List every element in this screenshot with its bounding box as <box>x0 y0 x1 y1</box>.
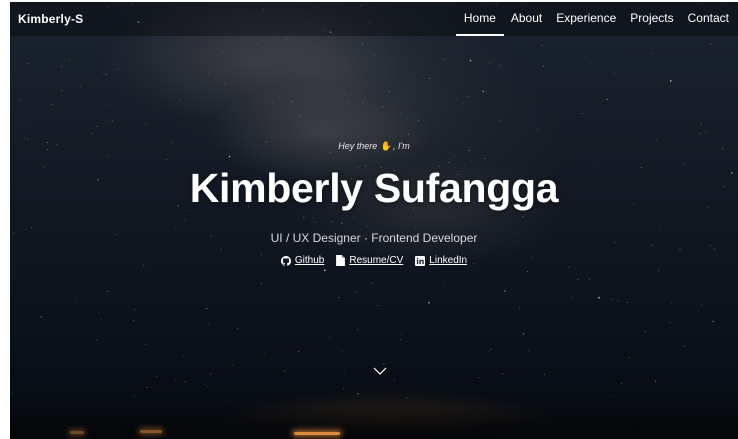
github-link[interactable]: Github <box>280 255 325 266</box>
nav-link-projects[interactable]: Projects <box>623 2 680 36</box>
document-icon <box>336 255 346 266</box>
greeting-suffix: , I'm <box>393 141 410 151</box>
github-icon <box>280 255 291 266</box>
waving-hand-icon: ✋ <box>380 141 393 151</box>
top-navbar: Kimberly-S Home About Experience Project… <box>10 2 738 36</box>
linkedin-icon <box>415 255 426 266</box>
chevron-down-icon <box>373 367 387 375</box>
github-link-label: Github <box>294 255 325 266</box>
hero-section: Hey there ✋, I'm Kimberly Sufangga UI / … <box>10 2 738 439</box>
resume-link[interactable]: Resume/CV <box>336 255 403 266</box>
nav-links: Home About Experience Projects Contact <box>455 2 736 36</box>
hero-links: Github Resume/CV LinkedIn <box>10 255 738 266</box>
nav-link-home[interactable]: Home <box>455 2 504 36</box>
nav-link-experience[interactable]: Experience <box>549 2 623 36</box>
greeting-text: Hey there <box>338 141 378 151</box>
resume-link-label: Resume/CV <box>349 255 404 266</box>
linkedin-link-label: LinkedIn <box>429 255 468 266</box>
nav-link-about[interactable]: About <box>504 2 549 36</box>
hero-greeting: Hey there ✋, I'm <box>10 141 738 152</box>
hero-name: Kimberly Sufangga <box>189 165 559 211</box>
hero-role: UI / UX Designer · Frontend Developer <box>270 231 478 245</box>
hero-background: Hey there ✋, I'm Kimberly Sufangga UI / … <box>10 2 738 439</box>
scroll-down-button[interactable] <box>372 364 388 376</box>
linkedin-link[interactable]: LinkedIn <box>415 255 467 266</box>
nav-link-contact[interactable]: Contact <box>681 2 736 36</box>
site-brand[interactable]: Kimberly-S <box>18 12 83 26</box>
